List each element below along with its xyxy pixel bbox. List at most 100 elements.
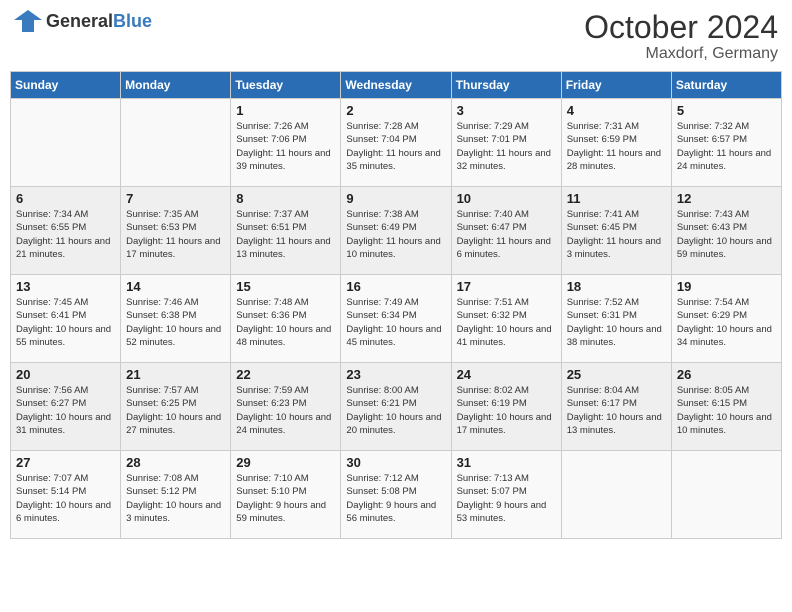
calendar-cell: 15 Sunrise: 7:48 AM Sunset: 6:36 PM Dayli… <box>231 275 341 363</box>
location-title: Maxdorf, Germany <box>584 45 778 63</box>
day-number: 5 <box>677 103 776 118</box>
calendar-cell <box>561 451 671 539</box>
weekday-header-saturday: Saturday <box>671 72 781 99</box>
calendar-cell: 20 Sunrise: 7:56 AM Sunset: 6:27 PM Dayli… <box>11 363 121 451</box>
calendar-week-row: 6 Sunrise: 7:34 AM Sunset: 6:55 PM Daylig… <box>11 187 782 275</box>
day-detail: Sunrise: 7:31 AM Sunset: 6:59 PM Dayligh… <box>567 120 666 173</box>
day-number: 10 <box>457 191 556 206</box>
day-detail: Sunrise: 7:52 AM Sunset: 6:31 PM Dayligh… <box>567 296 666 349</box>
day-detail: Sunrise: 7:29 AM Sunset: 7:01 PM Dayligh… <box>457 120 556 173</box>
day-detail: Sunrise: 7:45 AM Sunset: 6:41 PM Dayligh… <box>16 296 115 349</box>
month-title: October 2024 <box>584 10 778 45</box>
day-detail: Sunrise: 7:10 AM Sunset: 5:10 PM Dayligh… <box>236 472 335 525</box>
day-detail: Sunrise: 7:40 AM Sunset: 6:47 PM Dayligh… <box>457 208 556 261</box>
calendar-cell: 26 Sunrise: 8:05 AM Sunset: 6:15 PM Dayli… <box>671 363 781 451</box>
calendar-week-row: 27Sunrise: 7:07 AM Sunset: 5:14 PM Dayli… <box>11 451 782 539</box>
day-number: 2 <box>346 103 445 118</box>
calendar-cell <box>11 99 121 187</box>
day-number: 6 <box>16 191 115 206</box>
calendar-cell: 11 Sunrise: 7:41 AM Sunset: 6:45 PM Dayli… <box>561 187 671 275</box>
calendar-cell: 21 Sunrise: 7:57 AM Sunset: 6:25 PM Dayli… <box>121 363 231 451</box>
weekday-header-sunday: Sunday <box>11 72 121 99</box>
day-detail: Sunrise: 7:26 AM Sunset: 7:06 PM Dayligh… <box>236 120 335 173</box>
calendar-cell: 18 Sunrise: 7:52 AM Sunset: 6:31 PM Dayli… <box>561 275 671 363</box>
day-detail: Sunrise: 7:07 AM Sunset: 5:14 PM Dayligh… <box>16 472 115 525</box>
calendar-cell: 31Sunrise: 7:13 AM Sunset: 5:07 PM Dayli… <box>451 451 561 539</box>
day-detail: Sunrise: 8:04 AM Sunset: 6:17 PM Dayligh… <box>567 384 666 437</box>
weekday-header-monday: Monday <box>121 72 231 99</box>
calendar-cell: 16Sunrise: 7:49 AM Sunset: 6:34 PM Dayli… <box>341 275 451 363</box>
calendar-cell: 5 Sunrise: 7:32 AM Sunset: 6:57 PM Daylig… <box>671 99 781 187</box>
day-number: 18 <box>567 279 666 294</box>
day-detail: Sunrise: 7:32 AM Sunset: 6:57 PM Dayligh… <box>677 120 776 173</box>
day-detail: Sunrise: 7:54 AM Sunset: 6:29 PM Dayligh… <box>677 296 776 349</box>
weekday-header-thursday: Thursday <box>451 72 561 99</box>
day-detail: Sunrise: 7:37 AM Sunset: 6:51 PM Dayligh… <box>236 208 335 261</box>
calendar-week-row: 20 Sunrise: 7:56 AM Sunset: 6:27 PM Dayli… <box>11 363 782 451</box>
day-number: 26 <box>677 367 776 382</box>
calendar-cell: 13 Sunrise: 7:45 AM Sunset: 6:41 PM Dayli… <box>11 275 121 363</box>
calendar-cell <box>671 451 781 539</box>
day-number: 30 <box>346 455 445 470</box>
weekday-header-tuesday: Tuesday <box>231 72 341 99</box>
day-number: 13 <box>16 279 115 294</box>
calendar-cell: 7 Sunrise: 7:35 AM Sunset: 6:53 PM Daylig… <box>121 187 231 275</box>
calendar-table: SundayMondayTuesdayWednesdayThursdayFrid… <box>10 71 782 539</box>
weekday-header-friday: Friday <box>561 72 671 99</box>
logo-icon <box>14 10 42 32</box>
day-number: 15 <box>236 279 335 294</box>
calendar-week-row: 13 Sunrise: 7:45 AM Sunset: 6:41 PM Dayli… <box>11 275 782 363</box>
day-number: 20 <box>16 367 115 382</box>
calendar-cell: 30 Sunrise: 7:12 AM Sunset: 5:08 PM Dayli… <box>341 451 451 539</box>
weekday-header-row: SundayMondayTuesdayWednesdayThursdayFrid… <box>11 72 782 99</box>
day-detail: Sunrise: 7:41 AM Sunset: 6:45 PM Dayligh… <box>567 208 666 261</box>
day-detail: Sunrise: 7:57 AM Sunset: 6:25 PM Dayligh… <box>126 384 225 437</box>
calendar-cell: 24Sunrise: 8:02 AM Sunset: 6:19 PM Dayli… <box>451 363 561 451</box>
day-detail: Sunrise: 7:35 AM Sunset: 6:53 PM Dayligh… <box>126 208 225 261</box>
day-number: 14 <box>126 279 225 294</box>
day-number: 17 <box>457 279 556 294</box>
day-number: 16 <box>346 279 445 294</box>
calendar-cell: 12 Sunrise: 7:43 AM Sunset: 6:43 PM Dayli… <box>671 187 781 275</box>
calendar-cell: 8 Sunrise: 7:37 AM Sunset: 6:51 PM Daylig… <box>231 187 341 275</box>
logo: GeneralBlue <box>14 10 152 32</box>
title-area: October 2024 Maxdorf, Germany <box>584 10 778 63</box>
day-detail: Sunrise: 7:43 AM Sunset: 6:43 PM Dayligh… <box>677 208 776 261</box>
day-number: 3 <box>457 103 556 118</box>
logo-blue-text: Blue <box>113 11 152 31</box>
calendar-cell: 25Sunrise: 8:04 AM Sunset: 6:17 PM Dayli… <box>561 363 671 451</box>
day-detail: Sunrise: 8:05 AM Sunset: 6:15 PM Dayligh… <box>677 384 776 437</box>
day-detail: Sunrise: 8:00 AM Sunset: 6:21 PM Dayligh… <box>346 384 445 437</box>
calendar-cell: 1 Sunrise: 7:26 AM Sunset: 7:06 PM Daylig… <box>231 99 341 187</box>
logo-general-text: General <box>46 11 113 31</box>
calendar-cell: 2 Sunrise: 7:28 AM Sunset: 7:04 PM Daylig… <box>341 99 451 187</box>
day-number: 1 <box>236 103 335 118</box>
day-number: 7 <box>126 191 225 206</box>
day-detail: Sunrise: 7:46 AM Sunset: 6:38 PM Dayligh… <box>126 296 225 349</box>
calendar-cell: 28Sunrise: 7:08 AM Sunset: 5:12 PM Dayli… <box>121 451 231 539</box>
day-number: 9 <box>346 191 445 206</box>
day-detail: Sunrise: 7:34 AM Sunset: 6:55 PM Dayligh… <box>16 208 115 261</box>
calendar-cell <box>121 99 231 187</box>
calendar-cell: 17Sunrise: 7:51 AM Sunset: 6:32 PM Dayli… <box>451 275 561 363</box>
calendar-cell: 23Sunrise: 8:00 AM Sunset: 6:21 PM Dayli… <box>341 363 451 451</box>
day-detail: Sunrise: 7:56 AM Sunset: 6:27 PM Dayligh… <box>16 384 115 437</box>
day-number: 22 <box>236 367 335 382</box>
day-detail: Sunrise: 7:48 AM Sunset: 6:36 PM Dayligh… <box>236 296 335 349</box>
calendar-cell: 3 Sunrise: 7:29 AM Sunset: 7:01 PM Daylig… <box>451 99 561 187</box>
day-number: 12 <box>677 191 776 206</box>
day-number: 11 <box>567 191 666 206</box>
day-number: 24 <box>457 367 556 382</box>
calendar-cell: 14 Sunrise: 7:46 AM Sunset: 6:38 PM Dayli… <box>121 275 231 363</box>
day-detail: Sunrise: 7:59 AM Sunset: 6:23 PM Dayligh… <box>236 384 335 437</box>
calendar-week-row: 1 Sunrise: 7:26 AM Sunset: 7:06 PM Daylig… <box>11 99 782 187</box>
day-detail: Sunrise: 7:38 AM Sunset: 6:49 PM Dayligh… <box>346 208 445 261</box>
calendar-cell: 9 Sunrise: 7:38 AM Sunset: 6:49 PM Daylig… <box>341 187 451 275</box>
day-detail: Sunrise: 7:28 AM Sunset: 7:04 PM Dayligh… <box>346 120 445 173</box>
day-detail: Sunrise: 7:12 AM Sunset: 5:08 PM Dayligh… <box>346 472 445 525</box>
day-number: 4 <box>567 103 666 118</box>
calendar-cell: 4 Sunrise: 7:31 AM Sunset: 6:59 PM Daylig… <box>561 99 671 187</box>
calendar-cell: 29Sunrise: 7:10 AM Sunset: 5:10 PM Dayli… <box>231 451 341 539</box>
day-number: 21 <box>126 367 225 382</box>
day-number: 8 <box>236 191 335 206</box>
